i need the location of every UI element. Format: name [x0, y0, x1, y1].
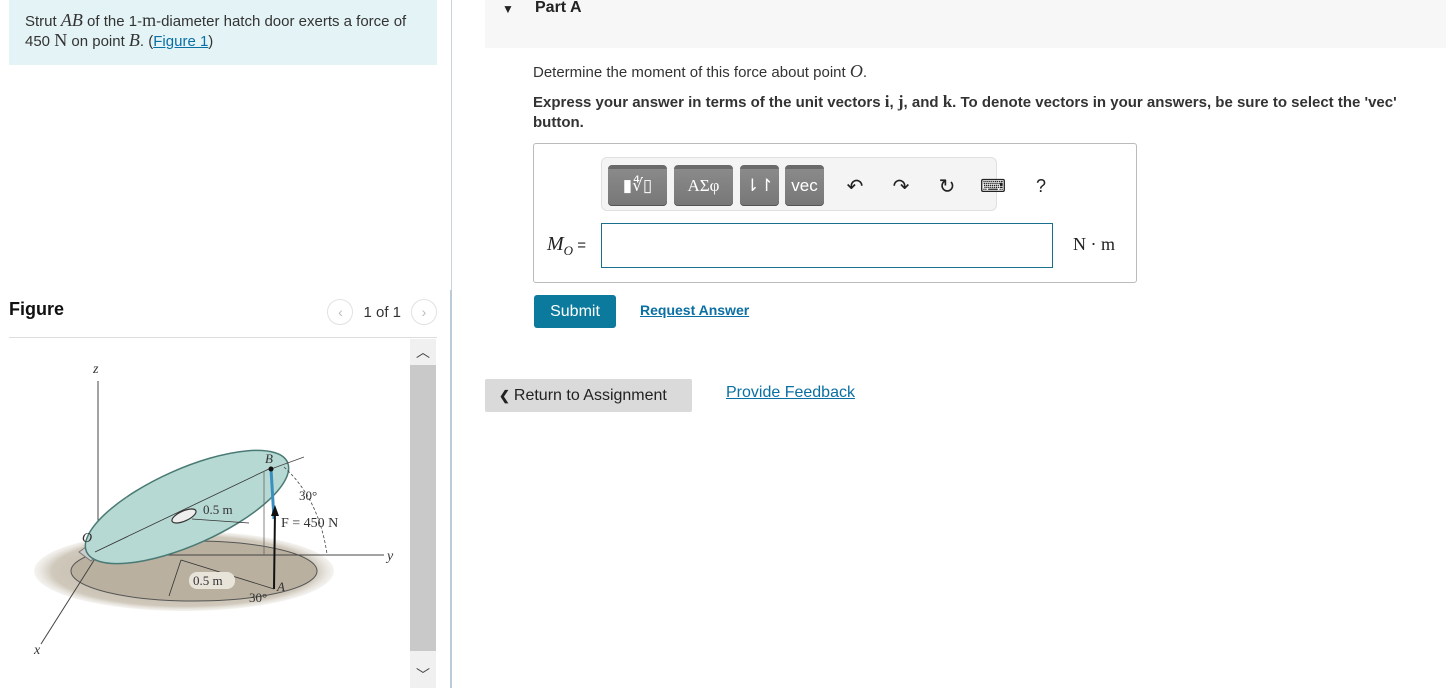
y-axis-label: y	[385, 549, 394, 564]
point-a-label: A	[276, 579, 285, 594]
left-panel: Strut AB of the 1-m-diameter hatch door …	[0, 0, 452, 688]
angle-label-bottom: 30°	[249, 590, 267, 605]
radius-label-top: 0.5 m	[203, 502, 233, 517]
request-answer-link[interactable]: Request Answer	[640, 302, 749, 318]
figure-header: Figure ‹ 1 of 1 ›	[9, 296, 437, 338]
figure-pager: ‹ 1 of 1 ›	[327, 299, 437, 325]
chevron-down-icon: ﹀	[416, 667, 430, 683]
unit-label: N · m	[1073, 234, 1115, 254]
vec-button[interactable]: vec	[785, 165, 824, 206]
page-indicator: 1 of 1	[363, 303, 401, 321]
hatch-door-diagram: z x y O B A 0.5 m 0.5 m 30° 30° F = 450 …	[33, 362, 394, 658]
radius-label-bottom: 0.5 m	[193, 573, 223, 588]
figure-scrollbar[interactable]: ︿ ﹀	[410, 339, 436, 688]
undo-icon[interactable]: ↶	[841, 172, 869, 200]
scroll-down-button[interactable]: ﹀	[410, 662, 436, 688]
angle-arc	[283, 466, 328, 555]
answer-box: ▮∜▯ ΑΣφ ⇂↾ vec ↶ ↷ ↻ ⌨ ? MO = N · m	[533, 143, 1137, 283]
scrollbar-thumb[interactable]	[410, 365, 436, 651]
panel-divider	[451, 0, 452, 290]
math-toolbar: ▮∜▯ ΑΣφ ⇂↾ vec ↶ ↷ ↻ ⌨ ?	[601, 157, 1046, 211]
chevron-left-icon: ‹	[338, 304, 343, 320]
strut-label: AB	[60, 10, 83, 30]
redo-icon[interactable]: ↷	[887, 172, 915, 200]
force-arrow	[273, 510, 276, 590]
keyboard-icon[interactable]: ⌨	[979, 172, 1007, 200]
next-figure-button[interactable]: ›	[411, 299, 437, 325]
figure-image: z x y O B A 0.5 m 0.5 m 30° 30° F = 450 …	[9, 339, 409, 688]
templates-button[interactable]: ▮∜▯	[608, 165, 667, 206]
chevron-left-icon: ❮	[499, 387, 510, 403]
answer-variable-label: MO =	[547, 233, 586, 258]
return-to-assignment-button[interactable]: ❮ Return to Assignment	[485, 379, 692, 412]
figure-title: Figure	[9, 299, 65, 319]
greek-symbols-button[interactable]: ΑΣφ	[674, 165, 733, 206]
force-label: F = 450 N	[281, 516, 338, 531]
submit-button[interactable]: Submit	[534, 295, 616, 328]
part-title: Part A	[535, 0, 582, 16]
point-b-marker	[268, 466, 274, 472]
previous-figure-button[interactable]: ‹	[327, 299, 354, 325]
reset-icon[interactable]: ↻	[933, 172, 961, 200]
question-text: Determine the moment of this force about…	[533, 61, 868, 81]
origin-label: O	[82, 531, 92, 546]
provide-feedback-link[interactable]: Provide Feedback	[726, 384, 855, 402]
z-axis-label: z	[92, 362, 99, 377]
chevron-up-icon: ︿	[416, 344, 430, 360]
answer-input[interactable]	[601, 223, 1053, 268]
panel-divider-lower	[450, 290, 452, 688]
scroll-up-button[interactable]: ︿	[410, 339, 436, 365]
instruction-text: Express your answer in terms of the unit…	[533, 92, 1397, 131]
angle-label-top: 30°	[299, 488, 317, 503]
caret-down-icon: ▼	[502, 2, 514, 16]
problem-statement: Strut AB of the 1-m-diameter hatch door …	[9, 0, 437, 65]
point-b-label: B	[265, 451, 273, 466]
figure-link[interactable]: Figure 1	[153, 33, 208, 50]
arrows-button[interactable]: ⇂↾	[740, 165, 779, 206]
help-button[interactable]: ?	[1027, 172, 1055, 200]
x-axis-label: x	[33, 643, 41, 658]
chevron-right-icon: ›	[421, 304, 427, 320]
part-a-header[interactable]: ▼ Part A	[485, 0, 1446, 48]
